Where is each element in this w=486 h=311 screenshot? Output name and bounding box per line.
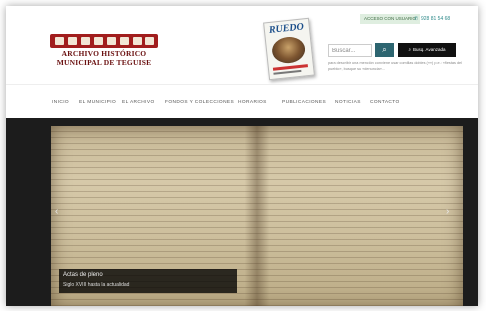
advanced-search-label: Busq. Avanzada	[413, 47, 446, 52]
slide-caption-title: Actas de pleno	[63, 272, 103, 278]
slide-caption: Actas de pleno Siglo XVIII hasta la actu…	[59, 269, 237, 293]
search-button[interactable]: ⌕	[375, 43, 394, 57]
nav-item-archivo[interactable]: EL ARCHIVO	[122, 100, 155, 105]
phone-text: 928 81 54 68	[421, 16, 451, 22]
chevron-left-icon[interactable]: ‹	[55, 206, 58, 217]
nav-item-municipio[interactable]: EL MUNICIPIO	[79, 100, 116, 105]
browser-frame: ARCHIVO HISTÓRICO MUNICIPAL DE TEGUISE R…	[6, 6, 478, 306]
nav-item-horarios[interactable]: HORARIOS	[238, 100, 267, 105]
magazine-title: RUEDO	[268, 21, 305, 36]
login-badge[interactable]: ACCESO CON USUARIO	[360, 14, 421, 24]
chevron-right-icon[interactable]: ›	[446, 206, 449, 217]
nav-item-noticias[interactable]: NOTICIAS	[335, 100, 361, 105]
nav-item-contacto[interactable]: CONTACTO	[370, 100, 400, 105]
logo-emblem	[50, 34, 158, 48]
slide-caption-subtitle: Siglo XVIII hasta la actualidad	[63, 282, 130, 288]
main-nav: INICIO EL MUNICIPIO EL ARCHIVO FONDOS Y …	[6, 84, 478, 119]
magazine-cover[interactable]: RUEDO	[263, 17, 315, 81]
hero-slider: ‹ › Actas de pleno Siglo XVIII hasta la …	[6, 118, 478, 306]
site-logo[interactable]: ARCHIVO HISTÓRICO MUNICIPAL DE TEGUISE	[50, 34, 158, 68]
advanced-search-icon: ⌕	[408, 47, 412, 52]
phone-number: ✆ 928 81 54 68	[414, 14, 450, 24]
magazine-band-secondary	[273, 69, 302, 75]
search-input[interactable]	[328, 44, 372, 57]
search-help-text: para describir una mención conviene usar…	[328, 61, 463, 71]
advanced-search-button[interactable]: ⌕ Busq. Avanzada	[398, 43, 456, 57]
nav-item-publicaciones[interactable]: PUBLICACIONES	[282, 100, 326, 105]
magazine-band	[272, 64, 308, 71]
logo-text-line2: MUNICIPAL DE TEGUISE	[56, 58, 152, 67]
logo-text-line1: ARCHIVO HISTÓRICO	[61, 49, 147, 58]
search-icon: ⌕	[382, 45, 387, 54]
magazine-cover-image	[270, 35, 307, 65]
nav-item-fondos[interactable]: FONDOS Y COLECCIONES	[165, 100, 234, 105]
nav-item-inicio[interactable]: INICIO	[52, 100, 69, 105]
phone-icon: ✆	[414, 16, 419, 22]
site-header: ARCHIVO HISTÓRICO MUNICIPAL DE TEGUISE R…	[6, 6, 478, 84]
